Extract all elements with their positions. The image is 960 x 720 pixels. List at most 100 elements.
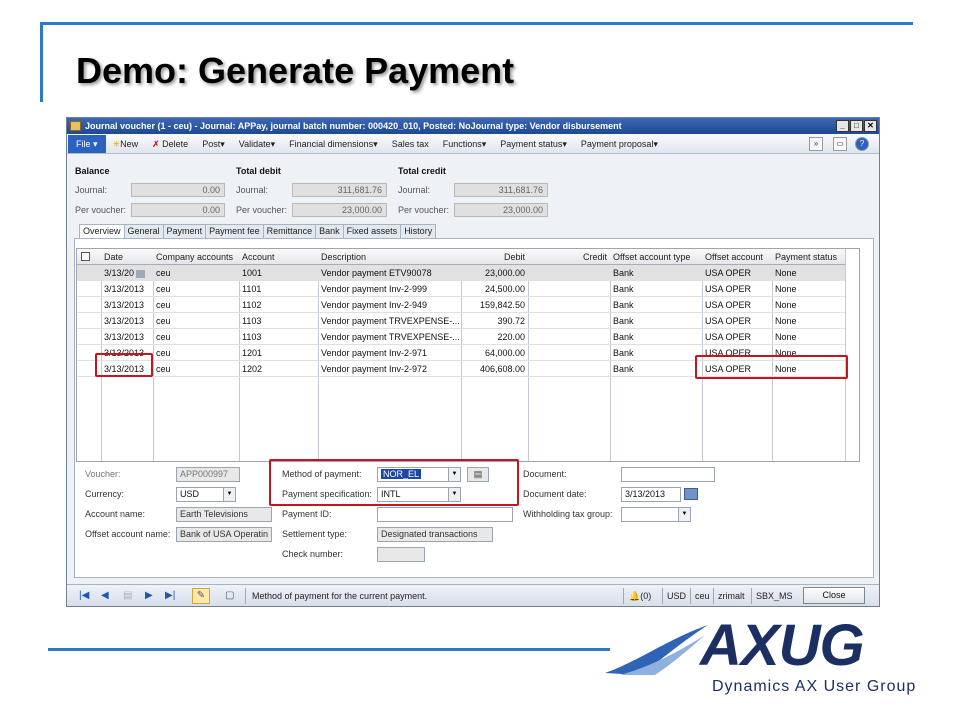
- col-date[interactable]: Date: [101, 249, 153, 265]
- maximize-button[interactable]: □: [850, 120, 863, 132]
- table-row[interactable]: 3/13/2013 ceu 1103 Vendor payment TRVEXPENS…: [77, 313, 859, 329]
- cell-offset-type[interactable]: Bank: [610, 329, 702, 345]
- help-icon[interactable]: ?: [855, 137, 869, 151]
- cell-company[interactable]: ceu: [153, 297, 239, 313]
- cell-company[interactable]: ceu: [153, 265, 239, 281]
- cell-debit[interactable]: 64,000.00: [461, 345, 528, 361]
- cell-description[interactable]: Vendor payment Inv-2-971: [318, 345, 461, 361]
- cell-company[interactable]: ceu: [153, 329, 239, 345]
- cell-account[interactable]: 1103: [239, 313, 318, 329]
- cell-offset-type[interactable]: Bank: [610, 345, 702, 361]
- col-debit[interactable]: Debit: [461, 249, 528, 265]
- cell-description[interactable]: Vendor payment Inv-2-949: [318, 297, 461, 313]
- window-titlebar[interactable]: Journal voucher (1 - ceu) - Journal: APP…: [67, 118, 879, 134]
- overflow-chevron-icon[interactable]: »: [809, 137, 823, 151]
- table-row[interactable]: 3/13/2013 ceu 1101 Vendor payment Inv-2-999…: [77, 281, 859, 297]
- calendar-icon[interactable]: [684, 488, 698, 500]
- cell-description[interactable]: Vendor payment ETV90078: [318, 265, 461, 281]
- cell-payment-status[interactable]: None: [772, 281, 845, 297]
- cell-account[interactable]: 1001: [239, 265, 318, 281]
- cell-company[interactable]: ceu: [153, 361, 239, 377]
- row-selector[interactable]: [77, 329, 101, 345]
- close-button[interactable]: Close: [803, 587, 865, 604]
- cell-date[interactable]: 3/13/2013: [101, 329, 153, 345]
- tab-bank[interactable]: Bank: [315, 224, 344, 238]
- cell-offset-type[interactable]: Bank: [610, 281, 702, 297]
- cell-account[interactable]: 1103: [239, 329, 318, 345]
- cell-debit[interactable]: 406,608.00: [461, 361, 528, 377]
- cell-offset-type[interactable]: Bank: [610, 361, 702, 377]
- col-payment-status[interactable]: Payment status: [772, 249, 845, 265]
- sales-tax-button[interactable]: Sales tax: [385, 134, 436, 154]
- cell-date[interactable]: 3/13/2013: [101, 313, 153, 329]
- cell-account[interactable]: 1202: [239, 361, 318, 377]
- cell-date[interactable]: 3/13/20: [101, 265, 153, 281]
- col-offset-account[interactable]: Offset account: [702, 249, 772, 265]
- tab-overview[interactable]: Overview: [79, 224, 125, 239]
- alerts-indicator[interactable]: 🔔(0): [629, 589, 651, 603]
- first-record-icon[interactable]: |◀: [79, 589, 89, 603]
- offset-account-name-field[interactable]: Bank of USA Operatin: [176, 527, 272, 542]
- cell-payment-status[interactable]: None: [772, 329, 845, 345]
- cell-company[interactable]: ceu: [153, 345, 239, 361]
- close-window-button[interactable]: ✕: [864, 120, 877, 132]
- cell-offset-account[interactable]: USA OPER: [702, 297, 772, 313]
- cell-debit[interactable]: 390.72: [461, 313, 528, 329]
- tab-general[interactable]: General: [123, 224, 164, 238]
- cell-offset-account[interactable]: USA OPER: [702, 313, 772, 329]
- layout-icon[interactable]: ▭: [833, 137, 847, 151]
- cell-credit[interactable]: [528, 329, 610, 345]
- account-name-field[interactable]: Earth Televisions: [176, 507, 272, 522]
- cell-credit[interactable]: [528, 361, 610, 377]
- cell-description[interactable]: Vendor payment Inv-2-972: [318, 361, 461, 377]
- previous-record-icon[interactable]: ◀: [101, 589, 109, 603]
- cell-offset-account[interactable]: USA OPER: [702, 329, 772, 345]
- cell-payment-status[interactable]: None: [772, 313, 845, 329]
- wht-dropdown-icon[interactable]: ▼: [678, 508, 690, 521]
- row-selector[interactable]: [77, 297, 101, 313]
- col-offset-account-type[interactable]: Offset account type: [610, 249, 702, 265]
- cell-credit[interactable]: [528, 297, 610, 313]
- cell-credit[interactable]: [528, 265, 610, 281]
- cell-credit[interactable]: [528, 281, 610, 297]
- tab-payment[interactable]: Payment: [162, 224, 207, 238]
- cell-account[interactable]: 1201: [239, 345, 318, 361]
- currency-select[interactable]: USD ▼: [176, 487, 236, 502]
- row-selector[interactable]: [77, 313, 101, 329]
- col-account[interactable]: Account: [239, 249, 318, 265]
- validate-menu[interactable]: Validate▾: [232, 134, 282, 154]
- check-number-field[interactable]: [377, 547, 425, 562]
- table-row[interactable]: 3/13/2013 ceu 1102 Vendor payment Inv-2-949…: [77, 297, 859, 313]
- file-menu[interactable]: File ▾: [68, 134, 106, 153]
- tab-remittance[interactable]: Remittance: [262, 224, 317, 238]
- cell-credit[interactable]: [528, 313, 610, 329]
- table-row[interactable]: 3/13/2013 ceu 1103 Vendor payment TRVEXPENS…: [77, 329, 859, 345]
- cell-date[interactable]: 3/13/2013: [101, 297, 153, 313]
- col-company-accounts[interactable]: Company accounts: [153, 249, 239, 265]
- date-picker-icon[interactable]: [136, 269, 146, 278]
- cell-debit[interactable]: 159,842.50: [461, 297, 528, 313]
- financial-dimensions-menu[interactable]: Financial dimensions▾: [282, 134, 385, 154]
- tab-payment-fee[interactable]: Payment fee: [205, 224, 264, 238]
- table-row[interactable]: 3/13/20 ceu 1001 Vendor payment ETV90078 23,…: [77, 265, 859, 281]
- payment-status-menu[interactable]: Payment status▾: [493, 134, 574, 154]
- edit-pencil-icon[interactable]: ✎: [192, 588, 210, 604]
- voucher-field[interactable]: APP000997: [176, 467, 240, 482]
- withholding-tax-group-select[interactable]: ▼: [621, 507, 691, 522]
- functions-menu[interactable]: Functions▾: [436, 134, 494, 154]
- cell-company[interactable]: ceu: [153, 281, 239, 297]
- next-record-icon[interactable]: ▶: [145, 589, 153, 603]
- cell-offset-type[interactable]: Bank: [610, 313, 702, 329]
- cell-offset-type[interactable]: Bank: [610, 265, 702, 281]
- cell-description[interactable]: Vendor payment TRVEXPENSE-...: [318, 313, 461, 329]
- settlement-type-field[interactable]: Designated transactions: [377, 527, 493, 542]
- cell-offset-account[interactable]: USA OPER: [702, 265, 772, 281]
- cell-account[interactable]: 1101: [239, 281, 318, 297]
- list-icon[interactable]: ▤: [123, 589, 132, 603]
- currency-dropdown-icon[interactable]: ▼: [223, 488, 235, 501]
- select-all-checkbox[interactable]: [81, 252, 90, 261]
- cell-account[interactable]: 1102: [239, 297, 318, 313]
- new-button[interactable]: ✳New: [106, 134, 146, 154]
- col-description[interactable]: Description: [318, 249, 461, 265]
- cell-description[interactable]: Vendor payment Inv-2-999: [318, 281, 461, 297]
